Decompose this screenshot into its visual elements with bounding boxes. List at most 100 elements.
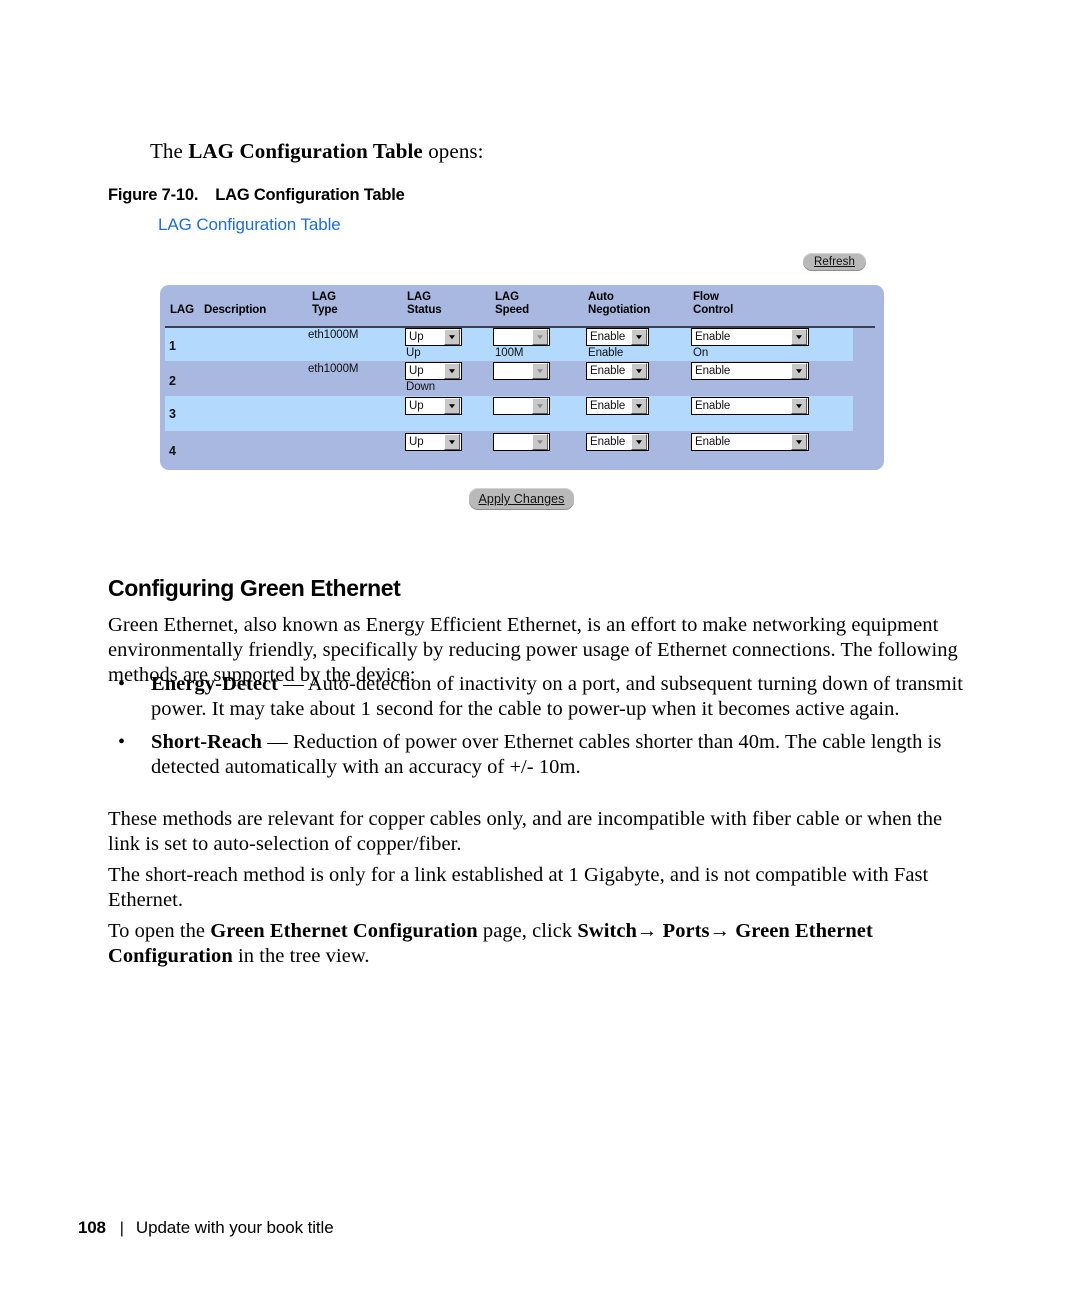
cell-current-speed: 100M xyxy=(495,347,524,359)
page-footer: 108 | Update with your book title xyxy=(78,1218,334,1238)
chevron-down-icon[interactable] xyxy=(444,398,460,414)
select-lag-status-value: Up xyxy=(409,436,424,448)
cell-lag-index: 2 xyxy=(169,374,176,388)
cell-lag-index: 4 xyxy=(169,444,176,458)
table-row: 1 eth1000M Up Enable Enable Up 100M Enab… xyxy=(160,328,884,361)
column-header-description: Description xyxy=(204,304,267,316)
column-header-auto-negotiation: Auto Negotiation xyxy=(588,291,651,316)
select-flow-control-value: Enable xyxy=(695,400,731,412)
chevron-down-icon[interactable] xyxy=(444,363,460,379)
apply-changes-button[interactable]: Apply Changes xyxy=(469,488,574,510)
nav-text-1: To open the xyxy=(108,919,211,942)
select-lag-speed[interactable] xyxy=(493,433,550,451)
select-auto-negotiation-value: Enable xyxy=(590,331,626,343)
table-row: 3 Up Enable Enable xyxy=(160,396,884,431)
table-row: 2 eth1000M Up Enable Enable Down xyxy=(160,361,884,396)
select-lag-status-value: Up xyxy=(409,331,424,343)
list-item: • Short-Reach — Reduction of power over E… xyxy=(108,730,964,780)
nav-page-name: Green Ethernet Configuration xyxy=(210,919,478,942)
select-lag-status[interactable]: Up xyxy=(405,433,462,451)
chevron-down-icon[interactable] xyxy=(791,398,807,414)
select-flow-control-value: Enable xyxy=(695,365,731,377)
intro-prefix: The xyxy=(150,139,189,163)
list-item-term: Energy-Detect xyxy=(151,673,279,695)
chevron-down-icon[interactable] xyxy=(631,329,647,345)
select-flow-control[interactable]: Enable xyxy=(691,362,809,380)
cell-lag-index: 1 xyxy=(169,339,176,353)
select-auto-negotiation-value: Enable xyxy=(590,365,626,377)
cell-current-status: Up xyxy=(406,347,421,359)
figure-title: LAG Configuration Table xyxy=(215,186,405,204)
select-auto-negotiation-value: Enable xyxy=(590,400,626,412)
column-header-flow-control: Flow Control xyxy=(693,291,734,316)
chevron-down-icon[interactable] xyxy=(444,329,460,345)
embedded-screenshot: LAG Configuration Table Refresh LAG Desc… xyxy=(108,212,898,522)
select-lag-status[interactable]: Up xyxy=(405,397,462,415)
chevron-down-icon[interactable] xyxy=(791,329,807,345)
list-item: • Energy-Detect — Auto-detection of inact… xyxy=(108,672,964,722)
select-flow-control[interactable]: Enable xyxy=(691,397,809,415)
intro-suffix: opens: xyxy=(422,139,484,163)
chevron-down-icon[interactable] xyxy=(532,398,548,414)
chevron-down-icon[interactable] xyxy=(791,434,807,450)
cell-lag-index: 3 xyxy=(169,407,176,421)
select-flow-control[interactable]: Enable xyxy=(691,433,809,451)
list-item-term: Short-Reach xyxy=(151,731,263,753)
paragraph-short-reach: The short-reach method is only for a lin… xyxy=(108,863,929,911)
nav-text-2: page, click xyxy=(477,919,578,942)
column-header-lag-speed: LAG Speed xyxy=(495,291,530,316)
select-auto-negotiation[interactable]: Enable xyxy=(586,397,649,415)
methods-list: • Energy-Detect — Auto-detection of inact… xyxy=(108,672,964,788)
column-header-lag-status: LAG Status xyxy=(407,291,442,316)
chevron-down-icon[interactable] xyxy=(631,363,647,379)
select-lag-status-value: Up xyxy=(409,400,424,412)
select-flow-control[interactable]: Enable xyxy=(691,328,809,346)
cell-lag-type: eth1000M xyxy=(308,329,359,341)
lag-configuration-table: LAG Description LAG Type LAG Status LAG … xyxy=(160,285,884,470)
paragraph-copper-cables: These methods are relevant for copper ca… xyxy=(108,807,943,855)
figure-number: Figure 7-10. xyxy=(108,186,199,204)
document-page: The LAG Configuration Table opens: Figur… xyxy=(0,0,1080,1296)
bullet-icon: • xyxy=(118,731,126,753)
cell-lag-type: eth1000M xyxy=(308,363,359,375)
nav-text-3: in the tree view. xyxy=(232,944,370,967)
cell-current-auto-negotiation: Enable xyxy=(588,347,624,359)
select-lag-speed[interactable] xyxy=(493,328,550,346)
chevron-down-icon[interactable] xyxy=(532,434,548,450)
select-auto-negotiation[interactable]: Enable xyxy=(586,362,649,380)
cell-current-status: Down xyxy=(406,381,436,393)
chevron-down-icon[interactable] xyxy=(791,363,807,379)
page-number: 108 xyxy=(78,1218,106,1237)
figure-caption: Figure 7-10. LAG Configuration Table xyxy=(108,186,405,205)
select-flow-control-value: Enable xyxy=(695,436,731,448)
footer-separator: | xyxy=(119,1220,124,1237)
table-row: 4 Up Enable Enable xyxy=(160,431,884,465)
table-header-row: LAG Description LAG Type LAG Status LAG … xyxy=(160,285,884,326)
chevron-down-icon[interactable] xyxy=(532,363,548,379)
chevron-down-icon[interactable] xyxy=(444,434,460,450)
select-lag-status[interactable]: Up xyxy=(405,362,462,380)
select-lag-speed[interactable] xyxy=(493,362,550,380)
chevron-down-icon[interactable] xyxy=(631,398,647,414)
select-auto-negotiation-value: Enable xyxy=(590,436,626,448)
select-lag-status[interactable]: Up xyxy=(405,328,462,346)
intro-sentence: The LAG Configuration Table opens: xyxy=(150,138,484,164)
column-header-lag: LAG xyxy=(170,304,194,316)
select-auto-negotiation[interactable]: Enable xyxy=(586,328,649,346)
section-heading: Configuring Green Ethernet xyxy=(108,575,401,602)
intro-emphasis: LAG Configuration Table xyxy=(188,139,423,163)
screenshot-page-title: LAG Configuration Table xyxy=(158,215,341,234)
column-header-lag-type: LAG Type xyxy=(312,291,338,316)
bullet-icon: • xyxy=(118,673,126,695)
select-auto-negotiation[interactable]: Enable xyxy=(586,433,649,451)
chevron-down-icon[interactable] xyxy=(532,329,548,345)
paragraph-navigation: To open the Green Ethernet Configuration… xyxy=(108,919,964,969)
list-item-text: — Reduction of power over Ethernet cable… xyxy=(151,731,942,778)
select-lag-speed[interactable] xyxy=(493,397,550,415)
refresh-button[interactable]: Refresh xyxy=(803,253,866,271)
select-lag-status-value: Up xyxy=(409,365,424,377)
chevron-down-icon[interactable] xyxy=(631,434,647,450)
select-flow-control-value: Enable xyxy=(695,331,731,343)
footer-title: Update with your book title xyxy=(135,1218,334,1237)
cell-current-flow-control: On xyxy=(693,347,709,359)
